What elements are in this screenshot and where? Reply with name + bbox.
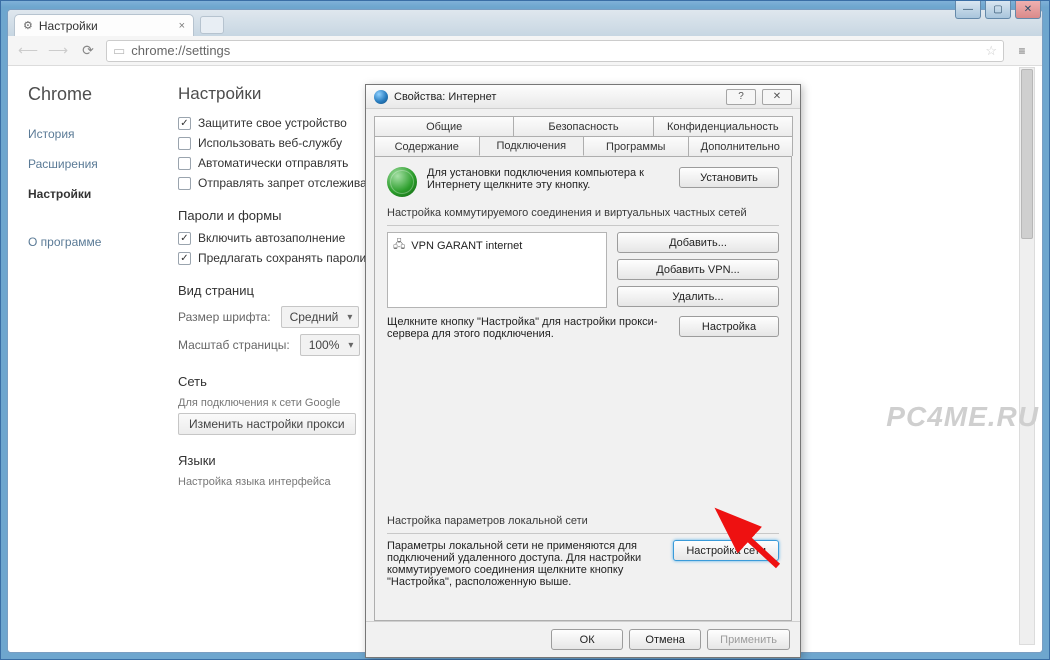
add-button[interactable]: Добавить... <box>617 232 779 253</box>
chrome-menu-button[interactable]: ≡ <box>1010 39 1034 63</box>
dialog-tabs: Общие Безопасность Конфиденциальность Со… <box>374 116 792 156</box>
back-button[interactable]: ⟵ <box>16 39 40 63</box>
internet-icon <box>374 90 388 104</box>
field-label: Размер шрифта: <box>178 310 271 324</box>
tab-content[interactable]: Содержание <box>374 136 480 156</box>
internet-properties-dialog: Свойства: Интернет ? ✕ Общие Безопасност… <box>365 84 801 658</box>
tab-general[interactable]: Общие <box>374 116 514 136</box>
checkbox[interactable] <box>178 117 191 130</box>
tab-security[interactable]: Безопасность <box>513 116 653 136</box>
checkbox[interactable] <box>178 252 191 265</box>
new-tab-button[interactable] <box>200 16 224 34</box>
dialog-help-button[interactable]: ? <box>726 89 756 105</box>
tab-connections[interactable]: Подключения <box>479 136 585 156</box>
sidebar-item-history[interactable]: История <box>28 123 154 145</box>
list-item[interactable]: 🖧 VPN GARANT internet <box>393 236 601 255</box>
page-zoom-select[interactable]: 100% <box>300 334 361 356</box>
settings-sidebar: Chrome История Расширения Настройки О пр… <box>8 66 168 652</box>
dialog-title: Свойства: Интернет <box>394 91 496 103</box>
sidebar-item-extensions[interactable]: Расширения <box>28 153 154 175</box>
browser-tab[interactable]: ⚙ Настройки × <box>14 14 194 36</box>
tab-title: Настройки <box>39 19 98 33</box>
apply-button[interactable]: Применить <box>707 629 790 650</box>
checkbox[interactable] <box>178 177 191 190</box>
add-vpn-button[interactable]: Добавить VPN... <box>617 259 779 280</box>
lan-note: Параметры локальной сети не применяются … <box>387 540 663 588</box>
browser-toolbar: ⟵ ⟶ ⟳ ▭ chrome://settings ☆ ≡ <box>8 36 1042 66</box>
gear-icon: ⚙ <box>23 19 33 32</box>
install-button[interactable]: Установить <box>679 167 779 188</box>
window-caption: — ▢ ✕ <box>1 1 1049 7</box>
checkbox-label: Отправлять запрет отслеживания <box>198 176 387 190</box>
sidebar-item-settings[interactable]: Настройки <box>28 183 154 205</box>
change-proxy-button[interactable]: Изменить настройки прокси <box>178 413 356 435</box>
globe-icon <box>387 167 417 197</box>
bookmark-icon[interactable]: ☆ <box>985 43 997 59</box>
reload-button[interactable]: ⟳ <box>76 39 100 63</box>
dialog-footer: ОК Отмена Применить <box>366 621 800 657</box>
checkbox-label: Предлагать сохранять пароли <box>198 251 366 265</box>
tab-programs[interactable]: Программы <box>583 136 689 156</box>
tab-strip: ⚙ Настройки × <box>8 10 1042 36</box>
lan-settings-button[interactable]: Настройка сети <box>673 540 779 561</box>
checkbox-label: Включить автозаполнение <box>198 231 345 245</box>
checkbox[interactable] <box>178 157 191 170</box>
checkbox-label: Защитите свое устройство <box>198 116 347 130</box>
sidebar-item-about[interactable]: О программе <box>28 231 154 253</box>
checkbox-label: Автоматически отправлять <box>198 156 348 170</box>
dialup-label: Настройка коммутируемого соединения и ви… <box>387 207 779 219</box>
page-icon: ▭ <box>113 43 125 59</box>
url-text: chrome://settings <box>131 43 230 58</box>
brand-title: Chrome <box>28 84 154 105</box>
list-item-label: VPN GARANT internet <box>411 240 522 252</box>
configure-button[interactable]: Настройка <box>679 316 779 337</box>
ok-button[interactable]: ОК <box>551 629 623 650</box>
tab-privacy[interactable]: Конфиденциальность <box>653 116 793 136</box>
connection-icon: 🖧 <box>393 236 405 255</box>
checkbox[interactable] <box>178 232 191 245</box>
connections-listbox[interactable]: 🖧 VPN GARANT internet <box>387 232 607 308</box>
checkbox[interactable] <box>178 137 191 150</box>
forward-button[interactable]: ⟶ <box>46 39 70 63</box>
cancel-button[interactable]: Отмена <box>629 629 701 650</box>
address-bar[interactable]: ▭ chrome://settings ☆ <box>106 40 1004 62</box>
scroll-thumb[interactable] <box>1021 69 1033 239</box>
install-text: Для установки подключения компьютера к И… <box>427 167 669 191</box>
field-label: Масштаб страницы: <box>178 338 290 352</box>
dialog-close-button[interactable]: ✕ <box>762 89 792 105</box>
tab-advanced[interactable]: Дополнительно <box>688 136 794 156</box>
dialog-titlebar[interactable]: Свойства: Интернет ? ✕ <box>366 85 800 109</box>
maximize-button[interactable]: ▢ <box>985 1 1011 19</box>
close-tab-icon[interactable]: × <box>179 20 185 32</box>
page-scrollbar[interactable] <box>1019 67 1035 645</box>
desktop-window: — ▢ ✕ ⚙ Настройки × ⟵ ⟶ ⟳ ▭ chrome://set… <box>0 0 1050 660</box>
close-button[interactable]: ✕ <box>1015 1 1041 19</box>
font-size-select[interactable]: Средний <box>281 306 360 328</box>
checkbox-label: Использовать веб-службу <box>198 136 342 150</box>
proxy-note: Щелкните кнопку "Настройка" для настройк… <box>387 316 669 340</box>
minimize-button[interactable]: — <box>955 1 981 19</box>
lan-label: Настройка параметров локальной сети <box>387 515 779 527</box>
remove-button[interactable]: Удалить... <box>617 286 779 307</box>
tab-panel-connections: Для установки подключения компьютера к И… <box>374 156 792 621</box>
